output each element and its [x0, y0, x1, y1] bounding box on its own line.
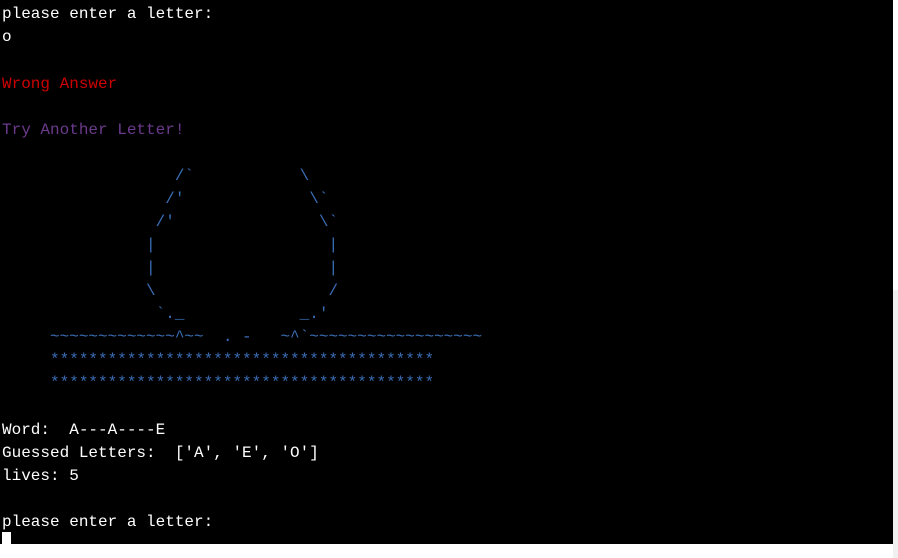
- terminal-window[interactable]: please enter a letter: o Wrong Answer Tr…: [0, 0, 893, 544]
- letter-prompt: please enter a letter:: [2, 5, 214, 23]
- scrollbar-thumb[interactable]: [893, 0, 898, 290]
- letter-prompt-current: please enter a letter:: [2, 513, 214, 531]
- try-another-message: Try Another Letter!: [2, 121, 185, 139]
- word-progress: Word: A---A----E: [2, 421, 166, 439]
- wrong-answer-message: Wrong Answer: [2, 75, 118, 93]
- vertical-scrollbar[interactable]: [893, 0, 898, 558]
- hangman-ascii-art: /` \ /' \` /' \` | | | | \ / `._ _.' ~~~…: [50, 167, 483, 392]
- lives-counter: lives: 5: [2, 467, 79, 485]
- text-cursor[interactable]: [2, 532, 11, 544]
- user-input-echo: o: [2, 28, 12, 46]
- guessed-letters: Guessed Letters: ['A', 'E', 'O']: [2, 444, 319, 462]
